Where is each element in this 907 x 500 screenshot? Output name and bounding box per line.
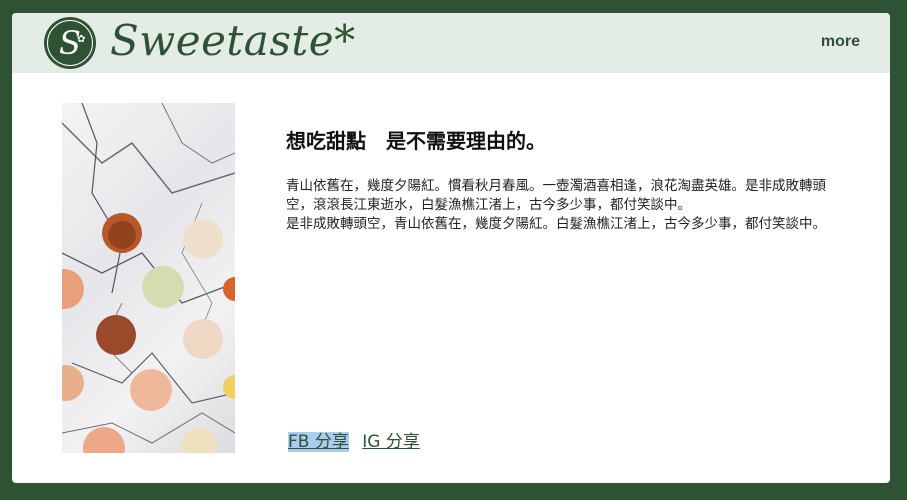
flower-icon: ✿: [77, 34, 86, 45]
site-header: S ✿ Sweetaste* more: [12, 13, 890, 73]
macarons-photo: [62, 103, 235, 453]
macarons-image: [62, 103, 235, 453]
fb-share-link[interactable]: FB 分享: [288, 432, 349, 452]
share-links: FB 分享 IG 分享: [288, 427, 428, 452]
brand-name[interactable]: Sweetaste*: [110, 15, 356, 67]
page-title: 想吃甜點 是不需要理由的。: [286, 129, 546, 153]
more-link[interactable]: more: [821, 33, 860, 51]
logo-badge[interactable]: S ✿: [44, 17, 96, 69]
ig-share-link[interactable]: IG 分享: [362, 432, 420, 452]
paragraph-2: 是非成敗轉頭空，青山依舊在，幾度夕陽紅。白髮漁樵江渚上，古今多少事，都付笑談中。: [286, 216, 826, 232]
body-text: 青山依舊在，幾度夕陽紅。慣看秋月春風。一壺濁酒喜相逢，浪花淘盡英雄。是非成敗轉頭…: [286, 177, 836, 234]
paragraph-1: 青山依舊在，幾度夕陽紅。慣看秋月春風。一壺濁酒喜相逢，浪花淘盡英雄。是非成敗轉頭…: [286, 178, 826, 213]
content-card: S ✿ Sweetaste* more 想吃甜點 是不需要理由的。 青山依舊在，…: [12, 13, 890, 483]
logo-letter: S: [59, 24, 81, 62]
